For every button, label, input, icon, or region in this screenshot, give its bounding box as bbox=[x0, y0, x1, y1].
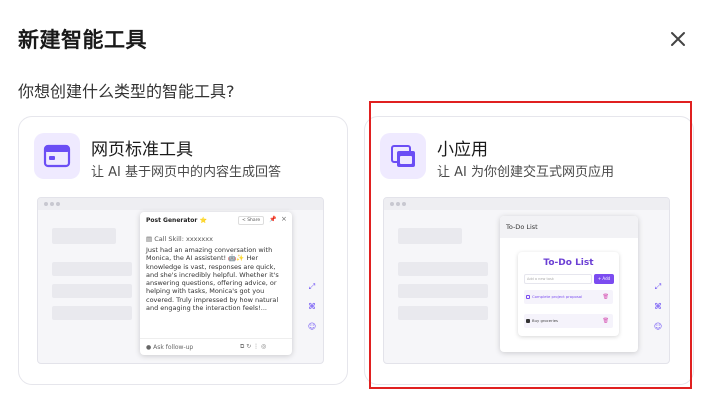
assistant-face-icon: ☺ bbox=[653, 322, 663, 331]
mini-app-icon bbox=[380, 133, 426, 179]
dialog-subtitle: 你想创建什么类型的智能工具? bbox=[18, 82, 235, 101]
card-mini-app[interactable]: 小应用 让 AI 为你创建交互式网页应用 To-Do List To-Do Li… bbox=[364, 116, 694, 385]
popup-footer: ● Ask follow-up ⧉ ↻ ⋮ ◎ bbox=[140, 338, 292, 355]
checkbox-icon bbox=[526, 319, 530, 323]
star-icon: ⭐ bbox=[199, 217, 207, 224]
apps-icon: ⌘ bbox=[308, 302, 316, 311]
browser-bar bbox=[38, 198, 323, 210]
card-title: 网页标准工具 bbox=[91, 140, 193, 160]
close-icon bbox=[671, 32, 685, 46]
dialog-title: 新建智能工具 bbox=[18, 28, 147, 52]
card-description: 让 AI 基于网页中的内容生成回答 bbox=[91, 165, 281, 180]
checkbox-icon bbox=[526, 295, 530, 299]
post-generator-popup: Post Generator ⭐ < Share 📌 × ▤ Call Skil… bbox=[140, 212, 292, 355]
close-button[interactable] bbox=[666, 27, 690, 51]
card-web-standard-tool[interactable]: 网页标准工具 让 AI 基于网页中的内容生成回答 Post Generator … bbox=[18, 116, 348, 385]
apps-icon: ⌘ bbox=[654, 302, 662, 311]
popup-body-text: Just had an amazing conversation with Mo… bbox=[146, 246, 279, 313]
assistant-face-icon: ☺ bbox=[307, 322, 317, 331]
web-tool-preview-image: Post Generator ⭐ < Share 📌 × ▤ Call Skil… bbox=[37, 197, 324, 364]
share-button: < Share bbox=[238, 216, 265, 225]
side-toolbar: ⤢ ⌘ ☺ bbox=[651, 280, 665, 340]
popup-close-icon: × bbox=[281, 215, 287, 223]
todo-card: To-Do List Add a new task + Add Complete… bbox=[518, 252, 619, 336]
todo-app-window: To-Do List To-Do List Add a new task + A… bbox=[500, 216, 638, 352]
trash-icon: 🗑 bbox=[602, 318, 609, 324]
window-title: To-Do List bbox=[506, 223, 538, 231]
expand-icon: ⤢ bbox=[654, 282, 662, 291]
todo-add-button: + Add bbox=[594, 274, 614, 284]
side-toolbar: ⤢ ⌘ ☺ bbox=[305, 280, 319, 340]
trash-icon: 🗑 bbox=[602, 294, 609, 300]
footer-icons: ⧉ ↻ ⋮ ◎ bbox=[240, 343, 267, 350]
mini-app-preview-image: To-Do List To-Do List Add a new task + A… bbox=[383, 197, 670, 364]
todo-input: Add a new task bbox=[524, 274, 592, 284]
pin-icon: 📌 bbox=[269, 216, 277, 223]
popup-title: Post Generator ⭐ bbox=[146, 217, 207, 224]
ask-followup: ● Ask follow-up bbox=[146, 344, 194, 351]
call-skill-label: ▤ Call Skill: xxxxxxx bbox=[146, 235, 213, 243]
new-tool-dialog: 新建智能工具 你想创建什么类型的智能工具? 网页标准工具 让 AI 基于网页中的… bbox=[0, 0, 714, 410]
todo-item: Buy groceries 🗑 bbox=[524, 314, 613, 328]
todo-item: Complete project proposal 🗑 bbox=[524, 290, 613, 304]
card-title: 小应用 bbox=[437, 140, 488, 160]
browser-bar bbox=[384, 198, 669, 210]
todo-title: To-Do List bbox=[543, 258, 594, 268]
card-description: 让 AI 为你创建交互式网页应用 bbox=[437, 165, 614, 180]
browser-window-icon bbox=[34, 133, 80, 179]
expand-icon: ⤢ bbox=[308, 282, 316, 291]
